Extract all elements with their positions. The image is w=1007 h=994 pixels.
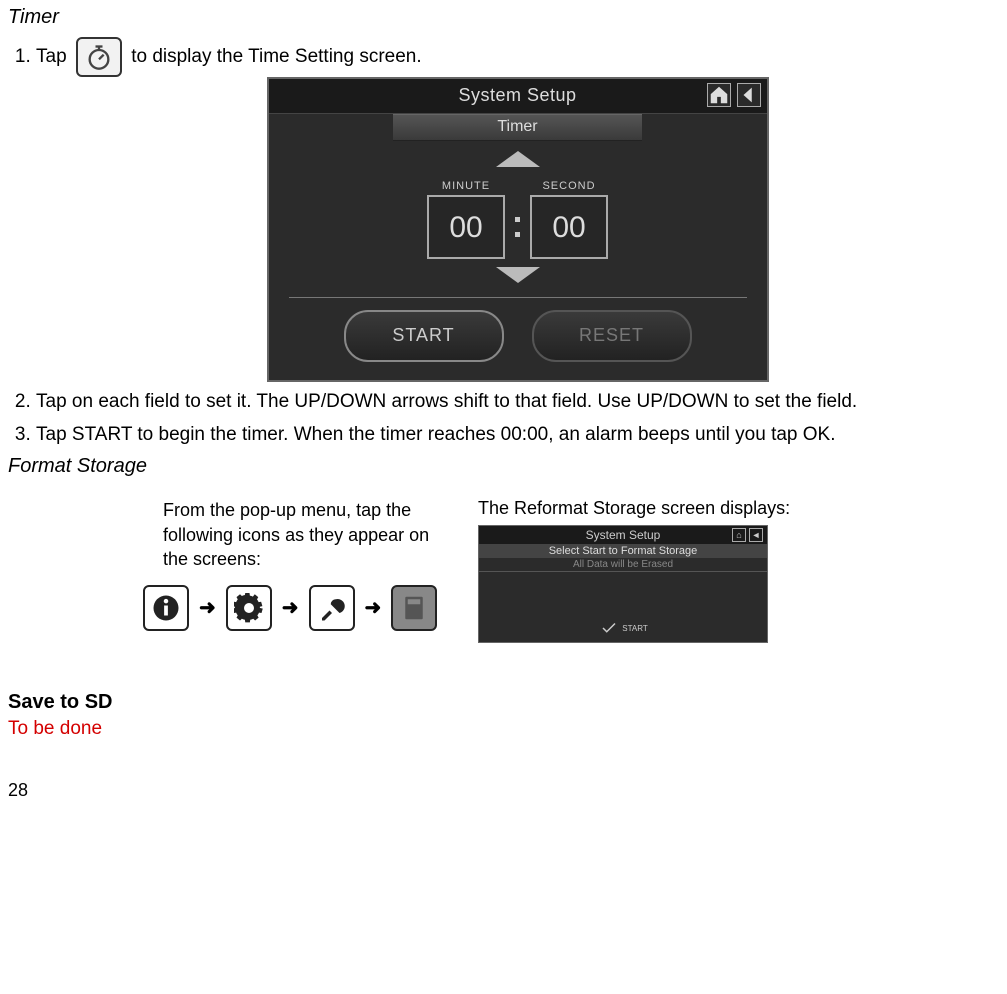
section-heading-timer: Timer (8, 6, 999, 29)
page-number: 28 (8, 780, 999, 801)
format-storage-block: From the pop-up menu, tap the following … (8, 498, 999, 643)
second-column: SECOND 00 (530, 179, 608, 259)
home-icon[interactable]: ⌂ (732, 528, 746, 542)
step-1: Tap to display the Time Setting screen. … (36, 37, 999, 382)
mini-titlebar: System Setup ⌂ ◄ (479, 526, 767, 544)
minute-column: MINUTE 00 (427, 179, 505, 259)
device-tab-timer: Timer (393, 114, 642, 141)
step-3: Tap START to begin the timer. When the t… (36, 423, 999, 448)
format-storage-left: From the pop-up menu, tap the following … (163, 498, 438, 643)
device-title: System Setup (458, 84, 576, 107)
info-icon[interactable] (143, 585, 189, 631)
mini-line1: Select Start to Format Storage (479, 544, 767, 558)
mini-title: System Setup (586, 528, 661, 542)
timer-row: MINUTE 00 SECOND 00 (289, 171, 747, 263)
heading-save-to-sd: Save to SD (8, 691, 999, 714)
mini-body (479, 571, 767, 616)
device-screenshot-reformat: System Setup ⌂ ◄ Select Start to Format … (478, 525, 768, 643)
divider (289, 297, 747, 298)
format-storage-right: The Reformat Storage screen displays: Sy… (478, 498, 790, 643)
step-2: Tap on each field to set it. The UP/DOWN… (36, 390, 999, 415)
section-heading-format-storage: Format Storage (8, 455, 999, 478)
instruction-list: Tap to display the Time Setting screen. … (8, 37, 999, 447)
second-label: SECOND (542, 179, 595, 193)
arrow-icon: ➜ (365, 595, 382, 622)
format-storage-left-text: From the pop-up menu, tap the following … (163, 498, 438, 571)
arrow-down-icon[interactable] (496, 267, 540, 283)
icon-path: ➜ ➜ ➜ (143, 585, 438, 631)
arrow-icon: ➜ (282, 595, 299, 622)
mini-start-button[interactable]: START (479, 616, 767, 642)
back-icon[interactable]: ◄ (749, 528, 763, 542)
step-1-prefix: Tap (36, 46, 67, 67)
format-storage-right-text: The Reformat Storage screen displays: (478, 498, 790, 519)
second-field[interactable]: 00 (530, 195, 608, 259)
back-icon[interactable] (737, 83, 761, 107)
step-1-suffix: to display the Time Setting screen. (126, 46, 422, 67)
reset-button[interactable]: RESET (532, 310, 692, 362)
tools-icon[interactable] (309, 585, 355, 631)
device-titlebar: System Setup (269, 79, 767, 114)
device-body: MINUTE 00 SECOND 00 START RESET (269, 141, 767, 380)
mini-start-label: START (622, 624, 647, 633)
arrow-up-icon[interactable] (496, 151, 540, 167)
storage-icon[interactable] (391, 585, 437, 631)
device-button-row: START RESET (289, 310, 747, 368)
tbd-text: To be done (8, 718, 999, 740)
minute-label: MINUTE (442, 179, 490, 193)
time-separator (515, 197, 520, 257)
timer-icon (76, 37, 122, 77)
gear-icon[interactable] (226, 585, 272, 631)
home-icon[interactable] (707, 83, 731, 107)
device-title-icons (707, 83, 761, 107)
arrow-icon: ➜ (199, 595, 216, 622)
device-screenshot-timer: System Setup Timer MINUTE (267, 77, 769, 382)
start-button[interactable]: START (344, 310, 504, 362)
minute-field[interactable]: 00 (427, 195, 505, 259)
mini-title-icons: ⌂ ◄ (732, 528, 763, 542)
mini-line2: All Data will be Erased (479, 558, 767, 571)
